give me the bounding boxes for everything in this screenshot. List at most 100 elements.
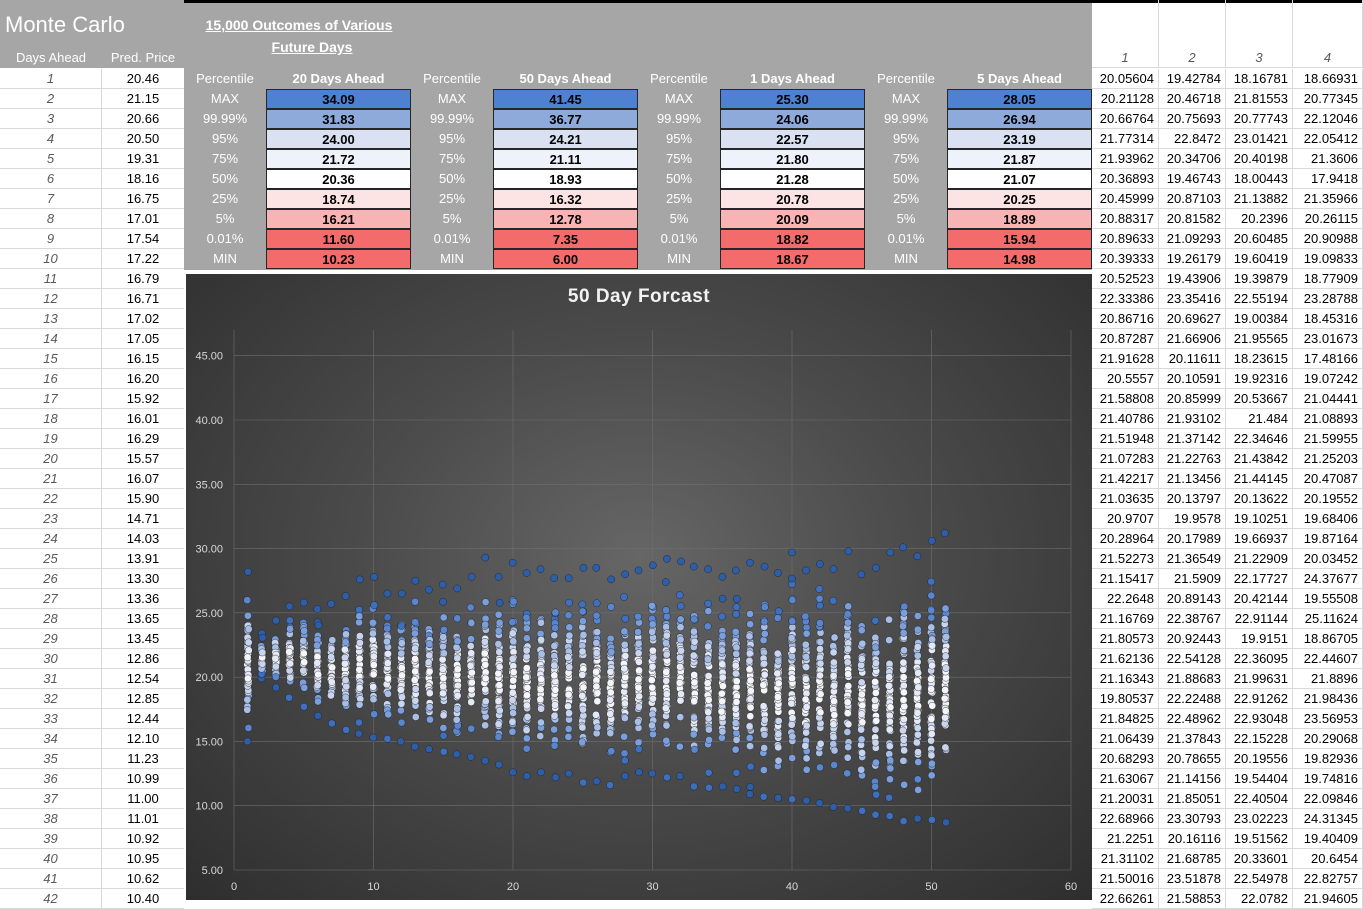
data-cell[interactable]: 20.03452 <box>1293 549 1363 569</box>
data-cell[interactable]: 21.31102 <box>1092 849 1159 869</box>
data-cell[interactable]: 19.80537 <box>1092 689 1159 709</box>
data-cell[interactable]: 20.66764 <box>1092 109 1159 129</box>
data-cell[interactable]: 22.12046 <box>1293 109 1363 129</box>
table-row[interactable]: 20 15.57 <box>0 449 184 469</box>
percentile-value-cell[interactable]: 24.06 <box>720 109 865 129</box>
data-cell[interactable]: 21.42217 <box>1092 469 1159 489</box>
data-cell[interactable]: 20.86716 <box>1092 309 1159 329</box>
data-cell[interactable]: 21.93102 <box>1159 409 1226 429</box>
data-cell[interactable]: 22.40504 <box>1226 789 1293 809</box>
data-cell[interactable]: 20.46718 <box>1159 89 1226 109</box>
table-row[interactable]: 29 13.45 <box>0 629 184 649</box>
table-row[interactable]: 22 15.90 <box>0 489 184 509</box>
data-cell[interactable]: 20.05604 <box>1092 69 1159 89</box>
percentile-value-cell[interactable]: 24.21 <box>493 129 638 149</box>
table-row[interactable]: 40 10.95 <box>0 849 184 869</box>
data-cell[interactable]: 22.8472 <box>1159 129 1226 149</box>
data-cell[interactable]: 19.40409 <box>1293 829 1363 849</box>
percentile-value-cell[interactable]: 18.89 <box>947 209 1092 229</box>
percentile-value-cell[interactable]: 21.07 <box>947 169 1092 189</box>
data-cell[interactable]: 21.62136 <box>1092 649 1159 669</box>
table-row[interactable]: 12 16.71 <box>0 289 184 309</box>
data-cell[interactable]: 21.13882 <box>1226 189 1293 209</box>
data-cell[interactable]: 21.08893 <box>1293 409 1363 429</box>
percentile-value-cell[interactable]: 18.67 <box>720 249 865 269</box>
data-cell[interactable]: 21.80573 <box>1092 629 1159 649</box>
table-row[interactable]: 15 16.15 <box>0 349 184 369</box>
table-row[interactable]: 28 13.65 <box>0 609 184 629</box>
data-cell[interactable]: 22.34646 <box>1226 429 1293 449</box>
data-cell[interactable]: 21.07283 <box>1092 449 1159 469</box>
data-cell[interactable]: 21.40786 <box>1092 409 1159 429</box>
data-cell[interactable]: 21.84825 <box>1092 709 1159 729</box>
table-row[interactable]: 11 16.79 <box>0 269 184 289</box>
table-row[interactable]: 21 16.07 <box>0 469 184 489</box>
data-cell[interactable]: 22.91262 <box>1226 689 1293 709</box>
percentile-value-cell[interactable]: 11.60 <box>266 229 411 249</box>
table-row[interactable]: 17 15.92 <box>0 389 184 409</box>
data-cell[interactable]: 19.54404 <box>1226 769 1293 789</box>
data-cell[interactable]: 21.2251 <box>1092 829 1159 849</box>
data-cell[interactable]: 21.35966 <box>1293 189 1363 209</box>
data-cell[interactable]: 19.26179 <box>1159 249 1226 269</box>
data-cell[interactable]: 21.88683 <box>1159 669 1226 689</box>
data-cell[interactable]: 22.82757 <box>1293 869 1363 889</box>
data-cell[interactable]: 19.09833 <box>1293 249 1363 269</box>
percentile-value-cell[interactable]: 34.09 <box>266 89 411 109</box>
percentile-value-cell[interactable]: 21.72 <box>266 149 411 169</box>
data-cell[interactable]: 18.86705 <box>1293 629 1363 649</box>
data-cell[interactable]: 20.6454 <box>1293 849 1363 869</box>
percentile-value-cell[interactable]: 18.74 <box>266 189 411 209</box>
data-cell[interactable]: 21.43842 <box>1226 449 1293 469</box>
data-cell[interactable]: 22.0782 <box>1226 889 1293 909</box>
percentile-value-cell[interactable]: 20.78 <box>720 189 865 209</box>
data-cell[interactable]: 17.48166 <box>1293 349 1363 369</box>
data-cell[interactable]: 21.98436 <box>1293 689 1363 709</box>
percentile-value-cell[interactable]: 16.21 <box>266 209 411 229</box>
data-cell[interactable]: 22.44607 <box>1293 649 1363 669</box>
table-row[interactable]: 32 12.85 <box>0 689 184 709</box>
column-header[interactable]: 3 <box>1226 0 1293 68</box>
table-row[interactable]: 10 17.22 <box>0 249 184 269</box>
table-row[interactable]: 16 16.20 <box>0 369 184 389</box>
data-cell[interactable]: 20.45999 <box>1092 189 1159 209</box>
percentile-value-cell[interactable]: 20.09 <box>720 209 865 229</box>
data-cell[interactable]: 22.22488 <box>1159 689 1226 709</box>
data-cell[interactable]: 20.87287 <box>1092 329 1159 349</box>
data-cell[interactable]: 21.77314 <box>1092 129 1159 149</box>
data-cell[interactable]: 19.66937 <box>1226 529 1293 549</box>
data-cell[interactable]: 23.01421 <box>1226 129 1293 149</box>
table-row[interactable]: 5 19.31 <box>0 149 184 169</box>
table-row[interactable]: 27 13.36 <box>0 589 184 609</box>
data-cell[interactable]: 20.40198 <box>1226 149 1293 169</box>
data-cell[interactable]: 20.89633 <box>1092 229 1159 249</box>
data-cell[interactable]: 19.87164 <box>1293 529 1363 549</box>
table-row[interactable]: 39 10.92 <box>0 829 184 849</box>
data-cell[interactable]: 24.31345 <box>1293 809 1363 829</box>
percentile-value-cell[interactable]: 26.94 <box>947 109 1092 129</box>
table-row[interactable]: 3 20.66 <box>0 109 184 129</box>
data-cell[interactable]: 21.94605 <box>1293 889 1363 909</box>
data-cell[interactable]: 22.17727 <box>1226 569 1293 589</box>
data-cell[interactable]: 22.91144 <box>1226 609 1293 629</box>
forecast-chart[interactable]: 0 10 20 30 40 50 60 5.00 10.00 15.00 20.00 25.00 30.… <box>186 274 1092 900</box>
data-cell[interactable]: 20.87103 <box>1159 189 1226 209</box>
table-row[interactable]: 19 16.29 <box>0 429 184 449</box>
data-cell[interactable]: 20.77345 <box>1293 89 1363 109</box>
table-row[interactable]: 8 17.01 <box>0 209 184 229</box>
percentile-value-cell[interactable]: 21.80 <box>720 149 865 169</box>
data-cell[interactable]: 22.2648 <box>1092 589 1159 609</box>
data-cell[interactable]: 20.9707 <box>1092 509 1159 529</box>
data-cell[interactable]: 18.16781 <box>1226 69 1293 89</box>
column-header[interactable]: 2 <box>1159 0 1226 68</box>
data-cell[interactable]: 19.68406 <box>1293 509 1363 529</box>
percentile-value-cell[interactable]: 41.45 <box>493 89 638 109</box>
percentile-value-cell[interactable]: 36.77 <box>493 109 638 129</box>
data-cell[interactable]: 19.60419 <box>1226 249 1293 269</box>
data-cell[interactable]: 18.45316 <box>1293 309 1363 329</box>
table-row[interactable]: 14 17.05 <box>0 329 184 349</box>
data-cell[interactable]: 21.16343 <box>1092 669 1159 689</box>
percentile-value-cell[interactable]: 20.25 <box>947 189 1092 209</box>
percentile-value-cell[interactable]: 7.35 <box>493 229 638 249</box>
data-cell[interactable]: 21.3606 <box>1293 149 1363 169</box>
